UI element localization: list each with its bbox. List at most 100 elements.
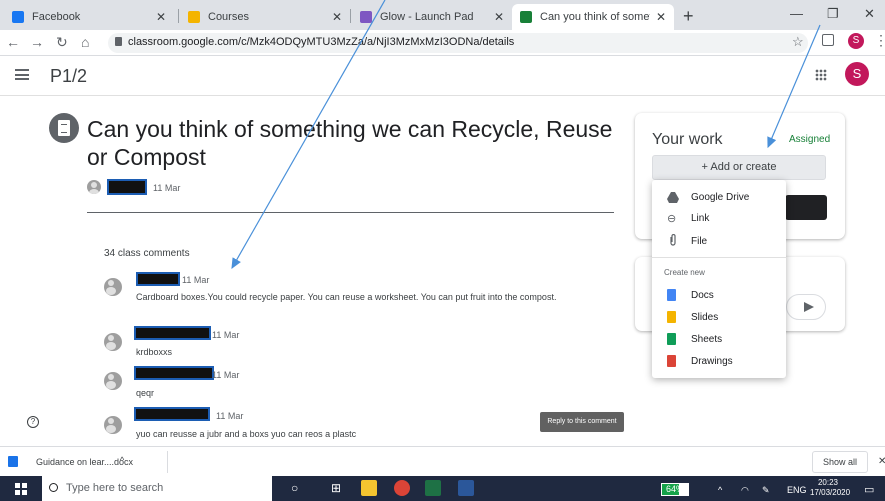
search-placeholder: Type here to search [66,482,164,494]
menu-item-file[interactable]: File [691,236,707,247]
new-tab-button[interactable]: + [683,6,694,27]
url-text: classroom.google.com/c/Mzk4ODQyMTU3MzZa/… [128,36,515,48]
courses-icon [188,11,200,23]
tab-facebook[interactable]: Facebook ✕ [4,4,174,30]
cortana-icon[interactable]: ○ [291,481,298,495]
close-icon[interactable]: ✕ [156,10,166,24]
class-name[interactable]: P1/2 [50,66,87,87]
restore-button[interactable]: ❐ [827,6,839,22]
paperclip-icon [670,234,676,246]
extension-icon[interactable] [822,34,834,46]
url-field[interactable]: classroom.google.com/c/Mzk4ODQyMTU3MzZa/… [108,33,808,53]
tab-courses[interactable]: Courses ✕ [180,4,350,30]
tab-title: Glow - Launch Pad [380,11,474,23]
menu-divider [652,257,786,258]
comment-date: 11 Mar [212,370,240,380]
reply-tooltip: Reply to this comment [540,412,624,432]
link-icon: ⊖ [667,213,677,225]
menu-item-link[interactable]: Link [691,213,709,224]
apps-grid-icon[interactable] [815,69,827,81]
add-or-create-button[interactable]: + Add or create [652,155,826,180]
send-button[interactable] [786,294,826,320]
docs-icon [667,289,676,301]
create-new-label: Create new [664,268,705,277]
close-icon[interactable]: ✕ [878,456,885,467]
comment-date: 11 Mar [216,411,244,421]
minimize-button[interactable]: — [790,6,803,21]
close-icon[interactable]: ✕ [656,10,666,24]
excel-icon[interactable] [425,480,441,496]
help-icon[interactable]: ? [27,416,39,428]
bookmark-star-icon[interactable]: ☆ [792,34,804,50]
clock[interactable]: 20:23 17/03/2020 [810,478,851,498]
slides-icon [667,311,676,323]
clock-date: 17/03/2020 [810,488,851,497]
reload-icon[interactable]: ↻ [56,34,68,51]
language-indicator[interactable]: ENG [787,485,807,495]
comment-date: 11 Mar [212,330,240,340]
menu-item-sheets[interactable]: Sheets [691,334,722,345]
comment-text: qeqr [136,388,155,398]
divider [167,451,168,473]
your-work-heading: Your work [652,131,723,148]
class-comments-count[interactable]: 34 class comments [104,248,190,259]
tab-separator [350,9,351,23]
back-icon[interactable]: ← [6,34,20,50]
pen-icon[interactable]: ✎ [762,485,770,496]
status-badge: Assigned [789,134,831,145]
home-icon[interactable]: ⌂ [81,34,89,50]
account-avatar[interactable]: S [845,62,869,86]
hamburger-menu-icon[interactable] [15,69,29,80]
chevron-up-icon[interactable]: ^ [120,455,124,465]
show-all-button[interactable]: Show all [812,451,868,473]
windows-taskbar: Type here to search ○ ⊞ [0,476,885,501]
assignment-icon [49,113,79,143]
assignment-date: 11 Mar [153,183,181,193]
mark-as-done-button[interactable] [785,195,827,220]
chevron-up-icon[interactable]: ^ [718,485,722,495]
classroom-icon [520,11,532,23]
menu-item-docs[interactable]: Docs [691,290,714,301]
browser-tab-strip: Facebook ✕ Courses ✕ Glow - Launch Pad ✕… [0,0,885,30]
word-icon[interactable] [458,480,474,496]
comment-text: yuo can reusse a jubr and a boxs yuo can… [136,429,357,439]
wifi-icon[interactable]: ◠ [741,485,749,496]
facebook-icon [12,11,24,23]
forward-icon[interactable]: → [30,34,44,50]
windows-start-icon[interactable] [15,483,27,495]
clock-time: 20:23 [817,478,839,487]
file-explorer-icon[interactable] [361,480,377,496]
avatar [104,333,122,351]
close-icon[interactable]: ✕ [332,10,342,24]
glow-icon [360,11,372,23]
redacted-name [107,179,147,195]
window-close-button[interactable]: ✕ [864,6,875,22]
classroom-header: P1/2 S [0,57,885,96]
divider [87,212,614,213]
search-icon [49,483,58,492]
browser-profile-avatar[interactable]: S [848,33,864,49]
menu-item-google-drive[interactable]: Google Drive [691,192,749,203]
menu-item-slides[interactable]: Slides [691,312,718,323]
tab-glow[interactable]: Glow - Launch Pad ✕ [352,4,512,30]
battery-percent: 64% [665,484,684,494]
chrome-icon[interactable] [394,480,410,496]
browser-menu-icon[interactable]: ⋮ [874,32,885,49]
redacted-name [136,272,180,286]
add-menu [652,180,786,378]
tab-title: Can you think of something we c [540,11,650,23]
redacted-name [134,407,210,421]
redacted-name [134,366,214,380]
taskbar-search-box[interactable]: Type here to search [42,476,272,501]
avatar [104,416,122,434]
tab-title: Courses [208,11,249,23]
close-icon[interactable]: ✕ [494,10,504,24]
download-file-name[interactable]: Guidance on lear....docx [36,457,133,467]
task-view-icon[interactable]: ⊞ [331,481,341,495]
notifications-icon[interactable]: ▭ [864,483,874,496]
menu-item-drawings[interactable]: Drawings [691,356,733,367]
sheets-icon [667,333,676,345]
google-drive-icon [667,192,679,203]
tab-active-assignment[interactable]: Can you think of something we c ✕ [512,4,674,30]
battery-indicator[interactable]: 64% [661,483,689,496]
